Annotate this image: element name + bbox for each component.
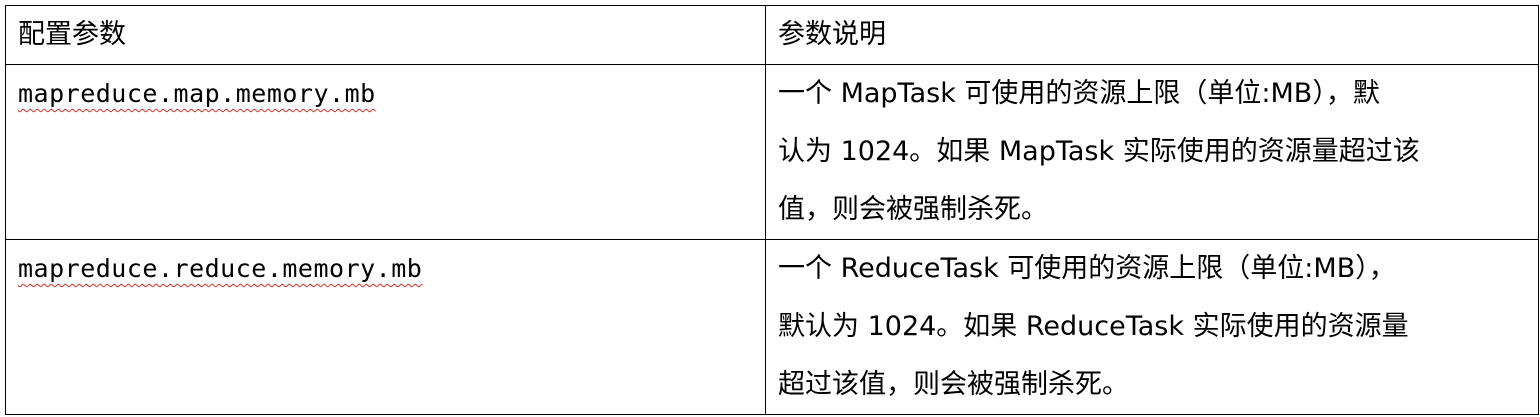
- desc-line: 认为 1024。如果 MapTask 实际使用的资源量超过该: [778, 136, 1420, 167]
- param-description: 一个 ReduceTask 可使用的资源上限（单位:MB）， 默认为 1024。…: [778, 240, 1538, 414]
- header-cell-param: 配置参数: [5, 5, 766, 65]
- table-row: mapreduce.map.memory.mb 一个 MapTask 可使用的资…: [5, 64, 1539, 240]
- desc-line: 值，则会被强制杀死。: [778, 194, 1048, 225]
- desc-line: 超过该值，则会被强制杀死。: [778, 369, 1129, 400]
- table-row: mapreduce.reduce.memory.mb 一个 ReduceTask…: [5, 239, 1539, 415]
- desc-line: 一个 ReduceTask 可使用的资源上限（单位:MB），: [778, 253, 1396, 284]
- table-header-row: 配置参数 参数说明: [5, 5, 1539, 65]
- param-cell: mapreduce.reduce.memory.mb: [5, 239, 766, 415]
- header-param-label: 配置参数: [18, 19, 126, 50]
- param-name: mapreduce.reduce.memory.mb: [18, 254, 423, 283]
- desc-line: 一个 MapTask 可使用的资源上限（单位:MB），默: [778, 78, 1380, 109]
- header-desc-label: 参数说明: [778, 19, 886, 50]
- param-cell: mapreduce.map.memory.mb: [5, 64, 766, 240]
- param-name: mapreduce.map.memory.mb: [18, 79, 376, 108]
- header-cell-desc: 参数说明: [765, 5, 1539, 65]
- desc-cell: 一个 ReduceTask 可使用的资源上限（单位:MB）， 默认为 1024。…: [765, 239, 1539, 415]
- config-parameter-table: 配置参数 参数说明 mapreduce.map.memory.mb 一个 Map…: [5, 5, 1539, 415]
- desc-cell: 一个 MapTask 可使用的资源上限（单位:MB），默 认为 1024。如果 …: [765, 64, 1539, 240]
- param-description: 一个 MapTask 可使用的资源上限（单位:MB），默 认为 1024。如果 …: [778, 65, 1538, 239]
- desc-line: 默认为 1024。如果 ReduceTask 实际使用的资源量: [778, 311, 1409, 342]
